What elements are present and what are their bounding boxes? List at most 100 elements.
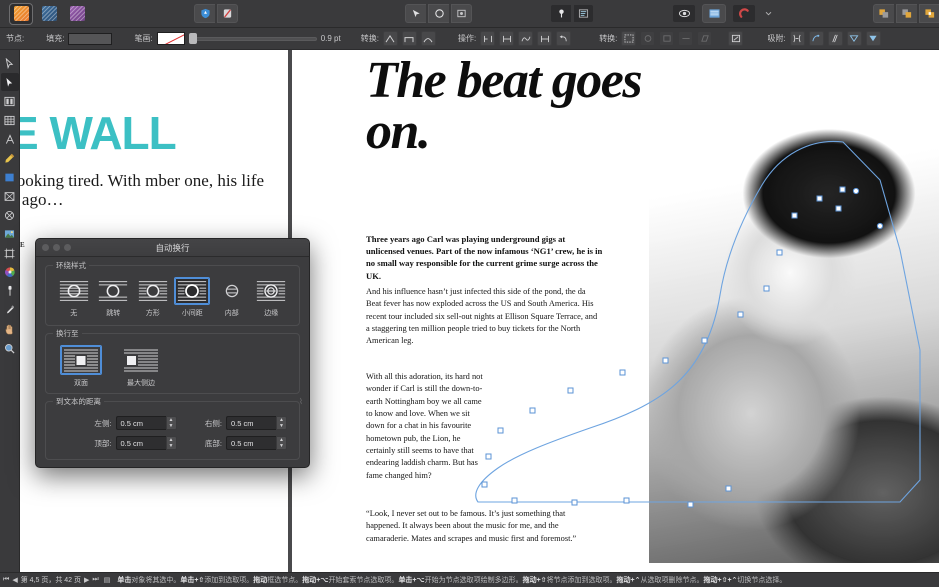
wrap-style-option-none[interactable]: 无 xyxy=(54,277,94,318)
next-page-icon[interactable]: ▶ xyxy=(84,576,89,584)
distance-top-input[interactable]: 0.5 cm xyxy=(115,436,166,450)
move-tool-icon[interactable] xyxy=(405,4,426,23)
stroke-swatch[interactable] xyxy=(156,32,185,45)
node-tool[interactable] xyxy=(0,73,19,91)
rectangle-tool[interactable] xyxy=(1,168,19,186)
distance-bottom-stepper[interactable]: 0.5 cm ▲ ▼ xyxy=(226,436,287,450)
wrap-to-option-both[interactable]: 双面 xyxy=(58,345,104,388)
persona-pixel-button[interactable] xyxy=(38,4,60,24)
ellipse-icon[interactable] xyxy=(428,4,449,23)
picture-frame-tool[interactable] xyxy=(1,187,19,205)
hint-text-0: 对象将其选中。 xyxy=(131,577,181,584)
boolean-intersect-icon[interactable] xyxy=(919,4,939,23)
wrap-tight-icon[interactable] xyxy=(174,277,211,305)
distance-top-spin[interactable]: ▲ ▼ xyxy=(165,436,177,450)
shield-icon[interactable] xyxy=(194,4,215,23)
distance-bottom-spin[interactable]: ▲ ▼ xyxy=(276,436,287,450)
table-tool[interactable] xyxy=(1,111,19,129)
snap-object-icon[interactable] xyxy=(865,31,881,46)
reverse-curve-icon[interactable] xyxy=(556,31,572,46)
scale-icon[interactable] xyxy=(659,31,675,46)
prev-page-icon[interactable]: ◀ xyxy=(12,576,17,584)
wrap-style-option-edge[interactable]: 边缘 xyxy=(252,277,292,318)
wrap-square-icon[interactable] xyxy=(135,277,171,305)
join-curve-icon[interactable] xyxy=(537,31,553,46)
rotate-icon[interactable] xyxy=(640,31,656,46)
crop-tool[interactable] xyxy=(1,244,19,262)
wrap-style-option-jump[interactable]: 跳转 xyxy=(94,277,134,318)
fill-label: 填充: xyxy=(46,34,65,43)
wrap-style-option-square[interactable]: 方形 xyxy=(133,277,173,318)
close-button[interactable]: 关闭 xyxy=(256,467,300,468)
place-image-tool[interactable] xyxy=(1,225,19,243)
distance-top-stepper[interactable]: 0.5 cm ▲ ▼ xyxy=(115,436,177,450)
chevron-down-icon[interactable] xyxy=(762,4,775,23)
stroke-width-slider[interactable] xyxy=(188,32,317,46)
distance-left-input[interactable]: 0.5 cm xyxy=(115,416,166,430)
pin-icon[interactable] xyxy=(550,4,571,23)
wrap-largest-side-icon[interactable] xyxy=(120,345,162,375)
slash-icon[interactable] xyxy=(217,4,238,23)
distance-right-spin[interactable]: ▲ ▼ xyxy=(276,416,287,430)
photo-singer-with-hat[interactable] xyxy=(649,123,939,563)
move-tool[interactable] xyxy=(1,54,19,72)
close-curve-icon[interactable] xyxy=(499,31,515,46)
text-wrap-dialog[interactable]: 自动换行 环绕样式 无 跳转 方形 小间距 内部 边缘 换行至 双面 最大侧边 … xyxy=(35,238,310,468)
ellipse-frame-tool[interactable] xyxy=(1,206,19,224)
persona-designer-button[interactable] xyxy=(9,2,33,25)
convert-shape-icon[interactable] xyxy=(728,31,744,46)
snap-guide-icon[interactable] xyxy=(846,31,862,46)
snap-handle-icon[interactable] xyxy=(827,31,843,46)
select-all-icon[interactable] xyxy=(621,31,637,46)
snap-curve-icon[interactable] xyxy=(808,31,824,46)
skew-icon[interactable] xyxy=(697,31,713,46)
eyedropper-tool[interactable] xyxy=(1,301,19,319)
page-panel-icon[interactable]: ▤ xyxy=(104,576,111,584)
text-flow-icon[interactable] xyxy=(573,4,594,23)
column-tool[interactable] xyxy=(1,92,19,110)
sharp-corner-icon[interactable] xyxy=(382,31,398,46)
layout-icon[interactable] xyxy=(702,4,726,23)
color-picker-tool[interactable] xyxy=(1,263,19,281)
distance-left-spin[interactable]: ▲ ▼ xyxy=(165,416,177,430)
close-dot[interactable] xyxy=(42,244,49,251)
first-page-icon[interactable]: ⏮ xyxy=(3,576,9,584)
boolean-add-icon[interactable] xyxy=(873,4,894,23)
preview-icon[interactable] xyxy=(672,4,696,23)
wrap-none-icon[interactable] xyxy=(56,277,92,305)
boolean-subtract-icon[interactable] xyxy=(896,4,917,23)
magnet-icon[interactable] xyxy=(732,4,756,23)
snap-node-icon[interactable] xyxy=(789,31,805,46)
zoom-tool[interactable] xyxy=(1,339,19,357)
hand-tool[interactable] xyxy=(1,320,19,338)
wrap-to-option-largest[interactable]: 最大侧边 xyxy=(118,345,164,388)
wrap-edge-icon[interactable] xyxy=(253,277,289,305)
move-icon[interactable] xyxy=(678,31,694,46)
frame-icon[interactable] xyxy=(451,4,472,23)
smart-corner-icon[interactable] xyxy=(420,31,436,46)
page-right[interactable]: The beat goes on. Three years ago Carl w… xyxy=(292,50,939,572)
persona-export-button[interactable] xyxy=(66,4,88,24)
wrap-style-option-tight[interactable]: 小间距 xyxy=(173,277,213,318)
distance-right-input[interactable]: 0.5 cm xyxy=(226,416,276,430)
link-distances-toggle[interactable]: ⌇ xyxy=(299,397,305,411)
break-curve-icon[interactable] xyxy=(480,31,496,46)
last-page-icon[interactable]: ⏭ xyxy=(92,576,98,584)
wrap-both-sides-icon[interactable] xyxy=(60,345,102,375)
dialog-title-bar[interactable]: 自动换行 xyxy=(36,239,309,257)
wrap-jump-icon[interactable] xyxy=(95,277,131,305)
pen-tool[interactable] xyxy=(1,149,19,167)
smooth-curve-icon[interactable] xyxy=(518,31,534,46)
wrap-inside-icon[interactable] xyxy=(214,277,250,305)
zoom-dot[interactable] xyxy=(64,244,71,251)
smooth-corner-icon[interactable] xyxy=(401,31,417,46)
distance-right-stepper[interactable]: 0.5 cm ▲ ▼ xyxy=(226,416,287,430)
fill-tool[interactable] xyxy=(1,282,19,300)
fill-swatch[interactable] xyxy=(68,32,113,45)
wrap-style-option-inside[interactable]: 内部 xyxy=(212,277,252,318)
distance-left-stepper[interactable]: 0.5 cm ▲ ▼ xyxy=(115,416,177,430)
slider-knob[interactable] xyxy=(188,32,197,44)
minimize-dot[interactable] xyxy=(53,244,60,251)
text-tool[interactable] xyxy=(1,130,19,148)
distance-bottom-input[interactable]: 0.5 cm xyxy=(226,436,276,450)
